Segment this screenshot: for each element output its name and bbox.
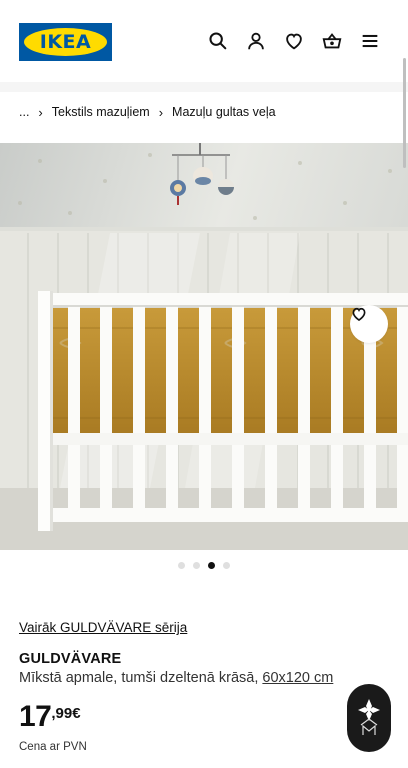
breadcrumb: ... › Tekstils mazuļiem › Mazuļu gultas … xyxy=(19,104,276,120)
chevron-right-icon: › xyxy=(158,104,164,120)
gallery-dot[interactable] xyxy=(223,562,230,569)
page-scrollbar[interactable] xyxy=(403,58,406,168)
vat-note: Cena ar PVN xyxy=(19,741,87,753)
product-name: GULDVÄVARE xyxy=(19,651,122,667)
size-link[interactable]: 60x120 cm xyxy=(262,670,333,686)
basket-icon[interactable] xyxy=(321,30,343,52)
gallery-dot[interactable] xyxy=(178,562,185,569)
menu-icon[interactable] xyxy=(359,30,381,52)
crib-photo xyxy=(0,143,408,550)
price-decimals: ,99€ xyxy=(51,705,81,722)
breadcrumb-item-bedding[interactable]: Mazuļu gultas veļa xyxy=(172,105,276,119)
heart-icon[interactable] xyxy=(283,30,305,52)
user-icon[interactable] xyxy=(245,30,267,52)
breadcrumb-item-textiles[interactable]: Tekstils mazuļiem xyxy=(52,105,150,119)
product-description-text: Mīkstā apmale, tumši dzeltenā krāsā, xyxy=(19,670,263,686)
search-icon[interactable] xyxy=(207,30,229,52)
product-image[interactable] xyxy=(0,143,408,550)
ikea-logo[interactable]: IKEA xyxy=(19,23,112,61)
chevron-right-icon: › xyxy=(38,104,43,120)
add-to-favourites-button[interactable] xyxy=(350,305,388,343)
assistant-button[interactable] xyxy=(347,684,391,752)
logo-oval: IKEA xyxy=(24,28,107,56)
header-divider-band xyxy=(0,82,408,92)
gallery-dot[interactable] xyxy=(193,562,200,569)
site-header: IKEA xyxy=(0,0,408,82)
gallery-dots xyxy=(0,562,408,569)
product-price: 17 ,99€ xyxy=(19,700,81,734)
series-link[interactable]: Vairāk GULDVÄVARE sērija xyxy=(19,620,187,635)
heart-icon xyxy=(352,307,366,321)
breadcrumb-ellipsis[interactable]: ... xyxy=(19,105,29,119)
logo-text: IKEA xyxy=(39,31,92,53)
price-integer: 17 xyxy=(19,700,52,733)
assistant-icon xyxy=(358,699,380,735)
gallery-dot-active[interactable] xyxy=(208,562,215,569)
product-description: Mīkstā apmale, tumši dzeltenā krāsā, 60x… xyxy=(19,670,333,686)
